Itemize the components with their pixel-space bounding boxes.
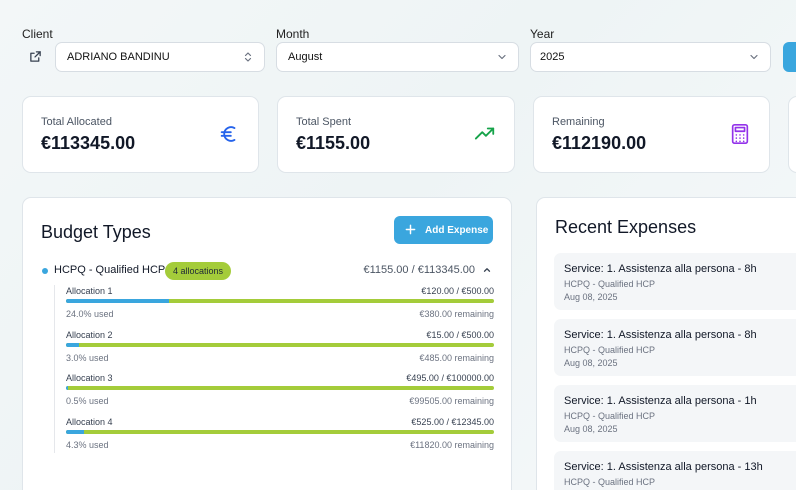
plus-icon: [405, 224, 416, 235]
expense-item[interactable]: Service: 1. Assistenza alla persona - 13…: [554, 451, 796, 490]
budget-type-name[interactable]: HCPQ - Qualified HCP: [54, 264, 165, 276]
client-select-value: ADRIANO BANDINU: [67, 51, 170, 63]
allocation-used: 4.3% used: [66, 440, 109, 450]
month-select[interactable]: August: [276, 42, 519, 72]
section-title: Budget Types: [41, 222, 151, 242]
month-label: Month: [276, 27, 310, 41]
chevron-up-icon[interactable]: [482, 265, 492, 275]
expense-category: HCPQ - Qualified HCP: [564, 279, 656, 289]
external-link-icon[interactable]: [29, 50, 42, 63]
calculator-icon: [731, 124, 749, 144]
allocation-progress: [66, 299, 494, 303]
euro-icon: [220, 126, 236, 142]
stat-label: Remaining: [552, 116, 605, 128]
allocation-name: Allocation 4: [66, 417, 113, 427]
allocation-used: 0.5% used: [66, 396, 109, 406]
allocations-badge: 4 allocations: [165, 262, 232, 280]
allocation-remaining: €99505.00 remaining: [409, 396, 494, 406]
allocation-amount: €525.00 / €12345.00: [411, 417, 494, 427]
year-select[interactable]: 2025: [530, 42, 771, 72]
expense-title: Service: 1. Assistenza alla persona - 13…: [564, 461, 763, 473]
allocation-progress: [66, 343, 494, 347]
allocation-amount: €495.00 / €100000.00: [406, 373, 494, 383]
allocation-progress-fill: [66, 299, 169, 303]
budget-types-panel: Budget Types Add Expense HCPQ - Qualifie…: [22, 197, 512, 490]
allocation-amount: €120.00 / €500.00: [421, 286, 494, 296]
allocation-progress-fill: [66, 386, 69, 390]
allocation-row: Allocation 3 €495.00 / €100000.00 0.5% u…: [66, 373, 494, 413]
allocation-progress-fill: [66, 343, 79, 347]
add-expense-label: Add Expense: [425, 224, 489, 236]
expense-category: HCPQ - Qualified HCP: [564, 477, 656, 487]
allocation-name: Allocation 3: [66, 373, 113, 383]
expense-category: HCPQ - Qualified HCP: [564, 345, 656, 355]
allocation-progress-fill: [66, 430, 85, 434]
allocation-name: Allocation 1: [66, 286, 113, 296]
stat-value: €112190.00: [552, 133, 647, 153]
expense-category: HCPQ - Qualified HCP: [564, 411, 656, 421]
allocation-used: 24.0% used: [66, 309, 114, 319]
allocation-progress: [66, 430, 494, 434]
budget-type-dot: [42, 268, 48, 274]
stat-label: Total Spent: [296, 116, 352, 128]
stat-value: €113345.00: [41, 133, 136, 153]
apply-button[interactable]: [783, 42, 796, 72]
budget-type-total: €1155.00 / €113345.00: [363, 264, 475, 276]
allocation-row: Allocation 4 €525.00 / €12345.00 4.3% us…: [66, 417, 494, 457]
partial-card: [788, 96, 796, 173]
stat-value: €1155.00: [296, 133, 371, 153]
allocation-amount: €15.00 / €500.00: [426, 330, 494, 340]
expense-item[interactable]: Service: 1. Assistenza alla persona - 8h…: [554, 319, 796, 376]
allocation-remaining: €485.00 remaining: [419, 353, 494, 363]
allocations-tree-line: [54, 285, 55, 453]
year-label: Year: [530, 27, 555, 41]
chevron-down-icon: [498, 54, 506, 60]
total-spent-card: Total Spent €1155.00: [277, 96, 515, 173]
chevron-down-icon: [750, 54, 758, 60]
total-allocated-card: Total Allocated €113345.00: [22, 96, 259, 173]
stat-label: Total Allocated: [41, 116, 112, 128]
allocation-row: Allocation 1 €120.00 / €500.00 24.0% use…: [66, 286, 494, 326]
expense-date: Aug 08, 2025: [564, 424, 618, 434]
recent-expenses-panel: Recent Expenses Service: 1. Assistenza a…: [536, 197, 796, 490]
section-title: Recent Expenses: [555, 217, 697, 237]
expense-title: Service: 1. Assistenza alla persona - 8h: [564, 329, 757, 341]
allocation-name: Allocation 2: [66, 330, 113, 340]
allocation-remaining: €380.00 remaining: [419, 309, 494, 319]
month-select-value: August: [288, 51, 323, 63]
expense-item[interactable]: Service: 1. Assistenza alla persona - 8h…: [554, 253, 796, 310]
expense-date: Aug 08, 2025: [564, 292, 618, 302]
year-select-value: 2025: [540, 51, 565, 63]
expense-date: Aug 08, 2025: [564, 358, 618, 368]
add-expense-button[interactable]: Add Expense: [394, 216, 493, 244]
allocation-remaining: €11820.00 remaining: [410, 440, 494, 450]
trending-up-icon: [474, 127, 495, 140]
client-select[interactable]: ADRIANO BANDINU: [55, 42, 265, 72]
allocation-row: Allocation 2 €15.00 / €500.00 3.0% used …: [66, 330, 494, 370]
remaining-card: Remaining €112190.00: [533, 96, 770, 173]
chevrons-up-down-icon: [244, 52, 252, 62]
expense-item[interactable]: Service: 1. Assistenza alla persona - 1h…: [554, 385, 796, 442]
client-label: Client: [22, 27, 53, 41]
allocation-used: 3.0% used: [66, 353, 109, 363]
allocation-progress: [66, 386, 494, 390]
expense-title: Service: 1. Assistenza alla persona - 1h: [564, 395, 757, 407]
expense-title: Service: 1. Assistenza alla persona - 8h: [564, 263, 757, 275]
